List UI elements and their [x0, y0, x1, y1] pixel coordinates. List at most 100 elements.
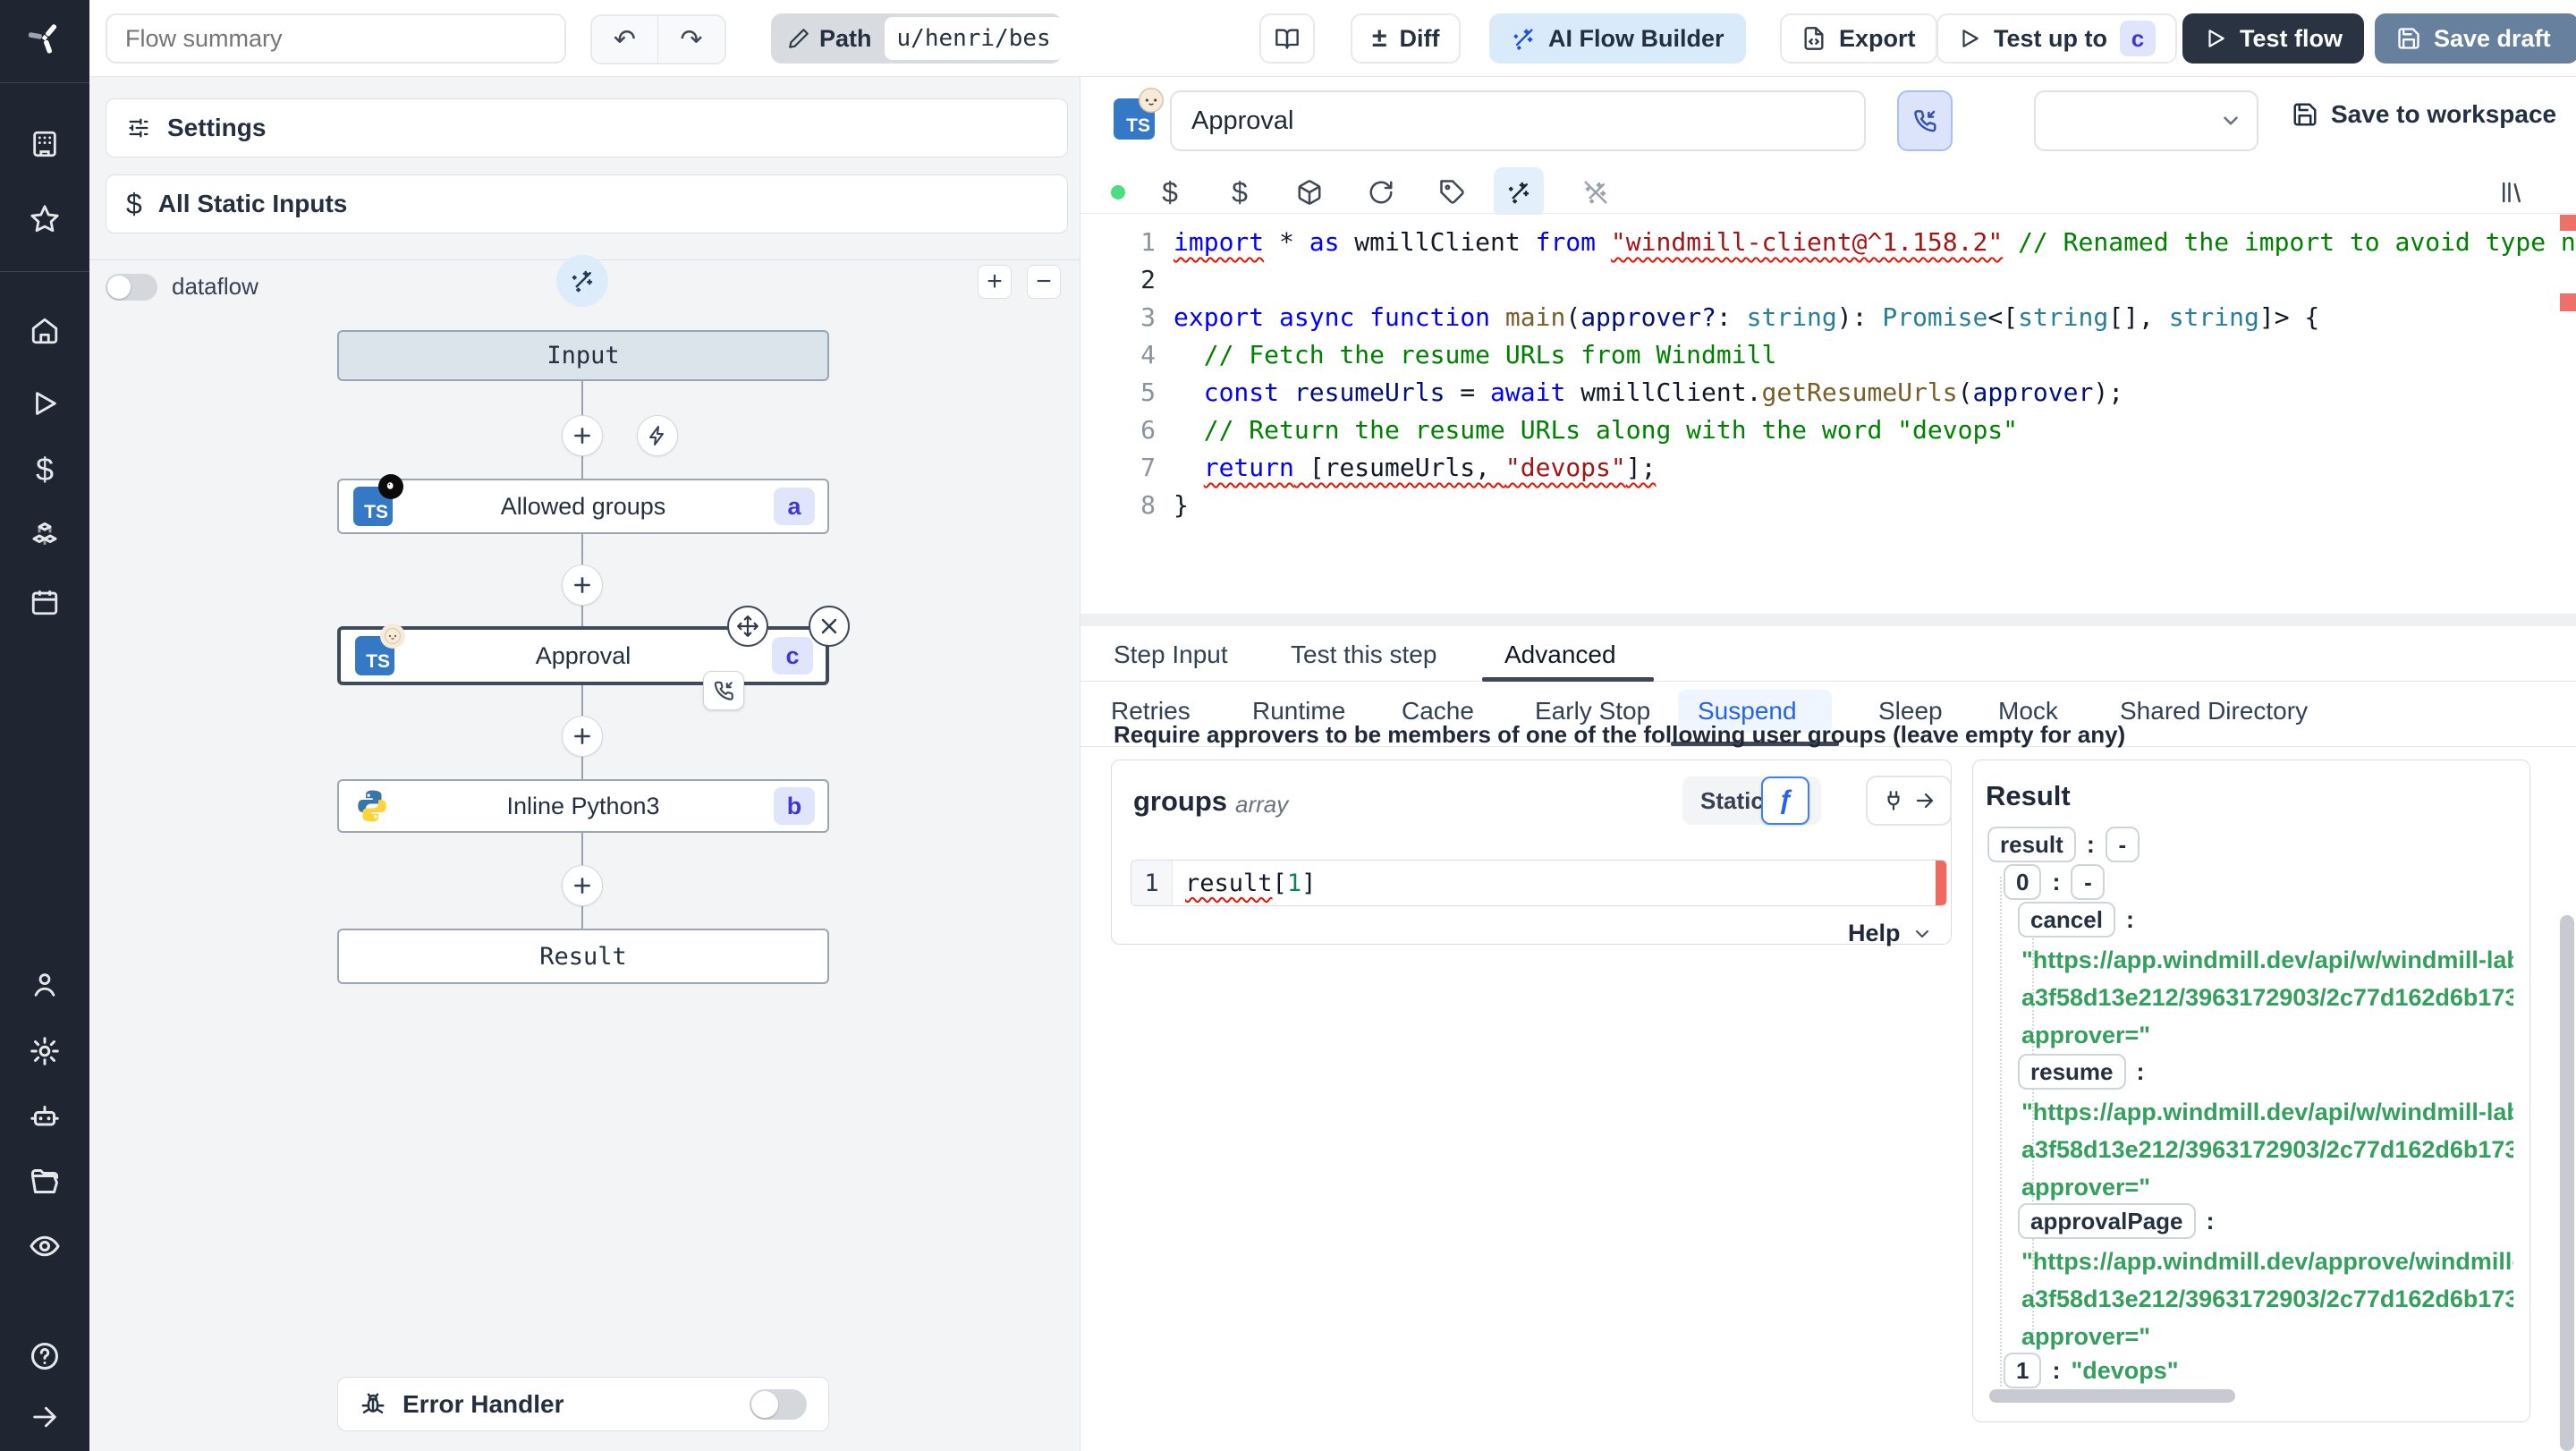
result-key-badge[interactable]: cancel: [2018, 902, 2115, 938]
ai-assist-button[interactable]: [1494, 167, 1544, 217]
code-line[interactable]: [1174, 261, 2576, 299]
move-step-button[interactable]: [727, 606, 768, 647]
app-sidebar: $: [0, 0, 89, 1451]
vertical-scrollbar[interactable]: [2560, 915, 2574, 1451]
zoom-out-button[interactable]: −: [1027, 265, 1061, 299]
flow-node-result[interactable]: Result: [337, 929, 829, 984]
undo-button[interactable]: ↶: [592, 16, 658, 63]
error-handler-row[interactable]: Error Handler: [337, 1377, 829, 1431]
flow-summary-input[interactable]: [106, 13, 566, 64]
flow-node-inline-python[interactable]: Inline Python3 b: [337, 779, 829, 833]
workspace-script-select[interactable]: [2034, 90, 2258, 151]
result-key-badge[interactable]: approvalPage: [2018, 1203, 2196, 1239]
python-icon: [353, 787, 391, 825]
result-key-badge[interactable]: resume: [2018, 1054, 2126, 1090]
help-icon[interactable]: [29, 1340, 61, 1372]
code-line[interactable]: }: [1174, 487, 2576, 524]
home-icon[interactable]: [29, 315, 61, 347]
insert-step-button[interactable]: [562, 564, 603, 606]
path-value[interactable]: u/henri/bes: [884, 17, 1063, 60]
delete-step-button[interactable]: [809, 606, 850, 647]
all-static-inputs-button[interactable]: $ All Static Inputs: [106, 174, 1068, 233]
result-key-badge[interactable]: result: [1987, 827, 2076, 862]
result-entry: 0:-: [2004, 864, 2106, 900]
package-icon[interactable]: [1284, 167, 1335, 217]
test-up-to-label: Test up to: [1994, 24, 2107, 52]
insert-trigger-button[interactable]: [637, 415, 678, 456]
code-line[interactable]: export async function main(approver?: st…: [1174, 299, 2576, 336]
phone-incoming-icon: [1914, 110, 1936, 132]
flow-settings-button[interactable]: Settings: [106, 98, 1068, 157]
library-icon[interactable]: [2487, 167, 2537, 217]
ai-flow-builder-button[interactable]: AI Flow Builder: [1489, 13, 1746, 64]
insert-step-button[interactable]: [562, 415, 603, 456]
error-handler-toggle[interactable]: [750, 1388, 807, 1420]
test-flow-button[interactable]: Test flow: [2182, 13, 2365, 64]
dataflow-toggle[interactable]: [106, 273, 157, 301]
save-to-workspace-button[interactable]: Save to workspace: [2292, 100, 2556, 129]
ai-step-wand-button[interactable]: [556, 255, 608, 307]
tab-advanced[interactable]: Advanced: [1504, 641, 1616, 669]
expression-code[interactable]: result[1]: [1185, 861, 1316, 905]
windmill-logo[interactable]: [23, 16, 66, 59]
robot-icon[interactable]: [29, 1100, 61, 1133]
redo-button[interactable]: ↷: [658, 16, 724, 63]
zoom-in-button[interactable]: +: [978, 265, 1012, 299]
play-icon[interactable]: [29, 387, 61, 420]
flow-node-input[interactable]: Input: [337, 330, 829, 381]
docs-button[interactable]: [1259, 13, 1315, 64]
folder-icon[interactable]: [29, 1167, 61, 1199]
diff-button[interactable]: ± Diff: [1351, 13, 1462, 64]
arrow-right-icon[interactable]: [29, 1401, 61, 1433]
phone-incoming-icon: [714, 681, 733, 700]
code-line[interactable]: // Return the resume URLs along with the…: [1174, 412, 2576, 449]
help-button[interactable]: Help: [1848, 920, 1933, 947]
export-button[interactable]: Export: [1780, 13, 1937, 64]
insert-step-button[interactable]: [562, 716, 603, 757]
result-entry: cancel:: [2018, 902, 2134, 938]
close-icon: [821, 618, 837, 634]
horizontal-scrollbar[interactable]: [1989, 1389, 2235, 1403]
code-line[interactable]: const resumeUrls = await wmillClient.get…: [1174, 374, 2576, 412]
format-icon[interactable]: [1428, 167, 1478, 217]
editor-code[interactable]: import * as wmillClient from "windmill-c…: [1174, 224, 2576, 524]
gear-icon[interactable]: [29, 1035, 61, 1067]
test-up-to-button[interactable]: Test up to c: [1936, 13, 2177, 64]
save-draft-button[interactable]: Save draft: [2375, 13, 2576, 64]
code-editor[interactable]: 1 2 3 4 5 6 7 8 import * as wmillClient from "w…: [1080, 215, 2576, 614]
building-icon[interactable]: [29, 128, 61, 160]
suspend-settings-button[interactable]: [1897, 90, 1953, 151]
wand-off-icon[interactable]: [1571, 167, 1621, 217]
resources-dollar-icon[interactable]: $: [1215, 167, 1265, 217]
cubes-icon[interactable]: [29, 520, 61, 552]
code-line[interactable]: // Fetch the resume URLs from Windmill: [1174, 336, 2576, 374]
subtab-shared-directory[interactable]: Shared Directory: [2120, 697, 2308, 726]
function-mode-button[interactable]: ƒ: [1761, 776, 1809, 825]
tree-guide: [2032, 914, 2034, 1344]
groups-expression-editor[interactable]: 1 result[1]: [1131, 860, 1947, 906]
insert-step-button[interactable]: [562, 865, 603, 906]
result-key-badge[interactable]: 1: [2004, 1353, 2042, 1388]
connect-input-button[interactable]: [1866, 776, 1952, 826]
calendar-icon[interactable]: [29, 586, 61, 618]
person-icon[interactable]: [29, 969, 61, 1001]
dollar-icon[interactable]: $: [29, 451, 61, 488]
suspend-indicator-button[interactable]: [703, 671, 744, 710]
step-name-input[interactable]: [1170, 90, 1866, 151]
step-id-badge: c: [772, 637, 813, 675]
eye-icon[interactable]: [29, 1230, 61, 1262]
star-icon[interactable]: [29, 203, 61, 235]
collapse-badge[interactable]: -: [2071, 864, 2106, 900]
reset-icon[interactable]: [1356, 167, 1406, 217]
flow-node-allowed-groups[interactable]: TS Allowed groups a: [337, 474, 829, 534]
tab-test-this-step[interactable]: Test this step: [1291, 641, 1436, 669]
result-key-badge[interactable]: 0: [2004, 864, 2042, 900]
collapse-badge[interactable]: -: [2105, 827, 2140, 862]
tab-step-input[interactable]: Step Input: [1114, 641, 1228, 669]
path-chip[interactable]: Path u/henri/bes: [771, 13, 1063, 64]
code-line[interactable]: import * as wmillClient from "windmill-c…: [1174, 224, 2576, 261]
variables-dollar-icon[interactable]: $: [1145, 167, 1195, 217]
pane-resizer[interactable]: [1080, 614, 2576, 626]
code-line[interactable]: return [resumeUrls, "devops"];: [1174, 449, 2576, 487]
arrow-right-icon: [1916, 793, 1934, 809]
